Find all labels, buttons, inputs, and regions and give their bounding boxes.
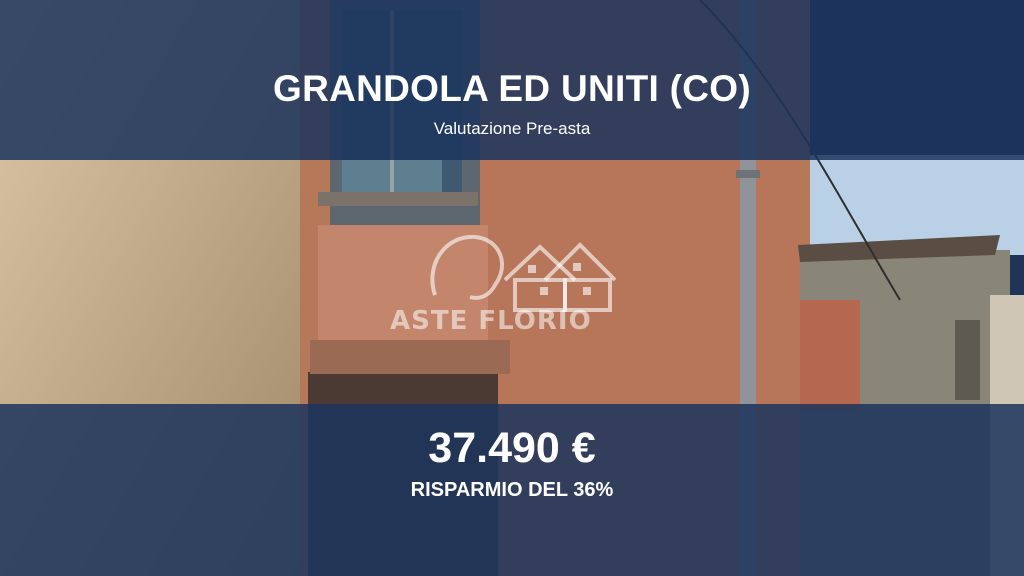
savings-label: RISPARMIO DEL 36% — [410, 479, 614, 501]
watermark-brand: ASTE FLORIO — [390, 306, 592, 336]
lion-and-houses-logo — [430, 234, 617, 312]
location-title: GRANDOLA ED UNITI (CO) — [273, 68, 751, 109]
price-value: 37.490 € — [428, 424, 596, 472]
evaluation-subtitle: Valutazione Pre-asta — [433, 119, 591, 138]
